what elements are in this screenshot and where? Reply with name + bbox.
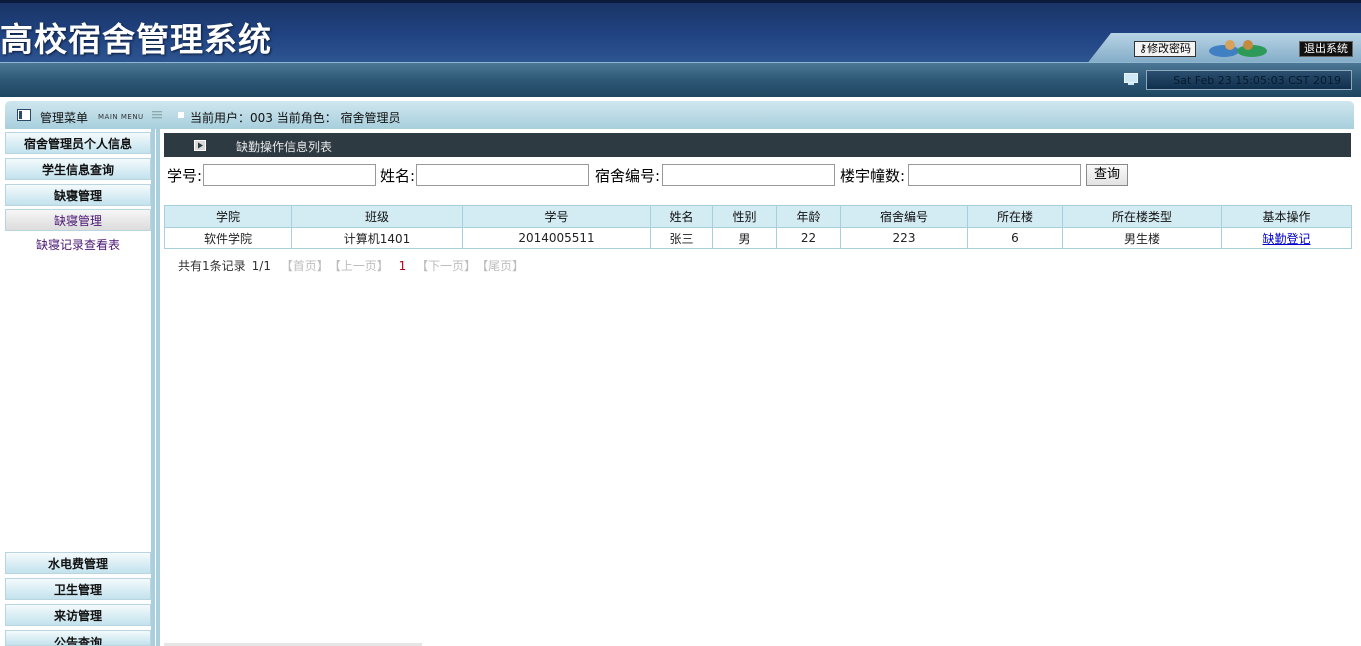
- student-id-input[interactable]: [203, 164, 376, 186]
- cell-action: 缺勤登记: [1221, 227, 1352, 249]
- sidebar-item-utility-fees[interactable]: 水电费管理: [5, 552, 151, 574]
- col-header: 年龄: [776, 205, 841, 228]
- col-header: 基本操作: [1221, 205, 1352, 228]
- sidebar-item-hygiene[interactable]: 卫生管理: [5, 578, 151, 600]
- table-header-row: 学院 班级 学号 姓名 性别 年龄 宿舍编号 所在楼 所在楼类型 基本操作: [164, 205, 1352, 228]
- last-page-link[interactable]: 【尾页】: [482, 259, 524, 273]
- menu-bar: 管理菜单 MAIN MENU 当前用户：003 当前角色： 宿舍管理员: [5, 101, 1354, 129]
- menu-subtitle: MAIN MENU: [98, 113, 144, 121]
- sidebar-subitem-absence-records[interactable]: 缺寝记录查看表: [5, 236, 151, 253]
- absence-register-link[interactable]: 缺勤登记: [1262, 232, 1310, 246]
- content-title: 缺勤操作信息列表: [236, 140, 333, 154]
- col-header: 所在楼: [967, 205, 1063, 228]
- query-button[interactable]: 查询: [1086, 164, 1128, 186]
- datetime-display: Sat Feb 23 15:05:03 CST 2019: [1146, 70, 1352, 90]
- col-header: 宿舍编号: [840, 205, 968, 228]
- absence-table: 学院 班级 学号 姓名 性别 年龄 宿舍编号 所在楼 所在楼类型 基本操作 软件…: [164, 205, 1352, 249]
- col-header: 学院: [164, 205, 292, 228]
- menu-icon: [17, 109, 31, 121]
- col-header: 学号: [462, 205, 651, 228]
- cell-age: 22: [776, 227, 841, 249]
- monitor-icon: [1124, 73, 1138, 85]
- col-header: 所在楼类型: [1062, 205, 1222, 228]
- table-row: 软件学院 计算机1401 2014005511 张三 男 22 223 6 男生…: [164, 227, 1352, 249]
- sidebar-item-visitors[interactable]: 来访管理: [5, 604, 151, 626]
- cell-college: 软件学院: [164, 227, 292, 249]
- header-tools: ⚷修改密码 退出系统: [1086, 33, 1361, 65]
- current-page-number[interactable]: 1: [399, 259, 407, 273]
- sidebar-subitem-absence-management[interactable]: 缺寝管理: [5, 209, 151, 231]
- student-id-label: 学号:: [167, 167, 203, 185]
- sidebar-item-announcements[interactable]: 公告查询: [5, 630, 151, 646]
- name-label: 姓名:: [380, 167, 416, 185]
- col-header: 姓名: [650, 205, 713, 228]
- change-password-button[interactable]: ⚷修改密码: [1134, 41, 1197, 57]
- sidebar-item-student-query[interactable]: 学生信息查询: [5, 158, 151, 180]
- col-header: 班级: [291, 205, 463, 228]
- content-header: 缺勤操作信息列表: [164, 133, 1351, 157]
- users-icon: [1209, 40, 1267, 57]
- logout-button[interactable]: 退出系统: [1299, 41, 1353, 57]
- menu-title: 管理菜单: [40, 111, 89, 125]
- cell-building: 6: [967, 227, 1063, 249]
- status-band: Sat Feb 23 15:05:03 CST 2019: [0, 62, 1361, 97]
- list-icon: [152, 111, 162, 119]
- bullet-icon: [178, 112, 184, 118]
- play-icon: [194, 140, 206, 151]
- dorm-number-input[interactable]: [662, 164, 835, 186]
- top-banner: 高校宿舍管理系统 ⚷修改密码 退出系统: [0, 0, 1361, 65]
- sidebar: 宿舍管理员个人信息 学生信息查询 缺寝管理 缺寝管理 缺寝记录查看表 水电费管理…: [5, 129, 155, 646]
- name-input[interactable]: [416, 164, 589, 186]
- cell-class: 计算机1401: [291, 227, 463, 249]
- prev-page-link[interactable]: 【上一页】: [335, 259, 389, 273]
- page-indicator: 1/1: [251, 259, 271, 273]
- building-number-input[interactable]: [908, 164, 1081, 186]
- sidebar-item-absence-management[interactable]: 缺寝管理: [5, 184, 151, 206]
- cell-student-id: 2014005511: [462, 227, 651, 249]
- key-icon: ⚷: [1139, 42, 1148, 55]
- sidebar-item-manager-info[interactable]: 宿舍管理员个人信息: [5, 132, 151, 154]
- cell-name: 张三: [650, 227, 713, 249]
- current-user-info: 当前用户：003 当前角色： 宿舍管理员: [190, 111, 401, 125]
- next-page-link[interactable]: 【下一页】: [416, 259, 476, 273]
- building-number-label: 楼宇幢数:: [840, 167, 906, 185]
- col-header: 性别: [712, 205, 777, 228]
- record-count: 共有1条记录: [178, 259, 246, 273]
- first-page-link[interactable]: 【首页】: [281, 259, 329, 273]
- cell-building-type: 男生楼: [1062, 227, 1222, 249]
- cell-dorm-number: 223: [840, 227, 968, 249]
- app-title: 高校宿舍管理系统: [0, 20, 272, 59]
- cell-gender: 男: [712, 227, 777, 249]
- dorm-number-label: 宿舍编号:: [595, 167, 661, 185]
- pagination: 共有1条记录 1/1 【首页】 【上一页】 1 【下一页】 【尾页】: [178, 257, 530, 274]
